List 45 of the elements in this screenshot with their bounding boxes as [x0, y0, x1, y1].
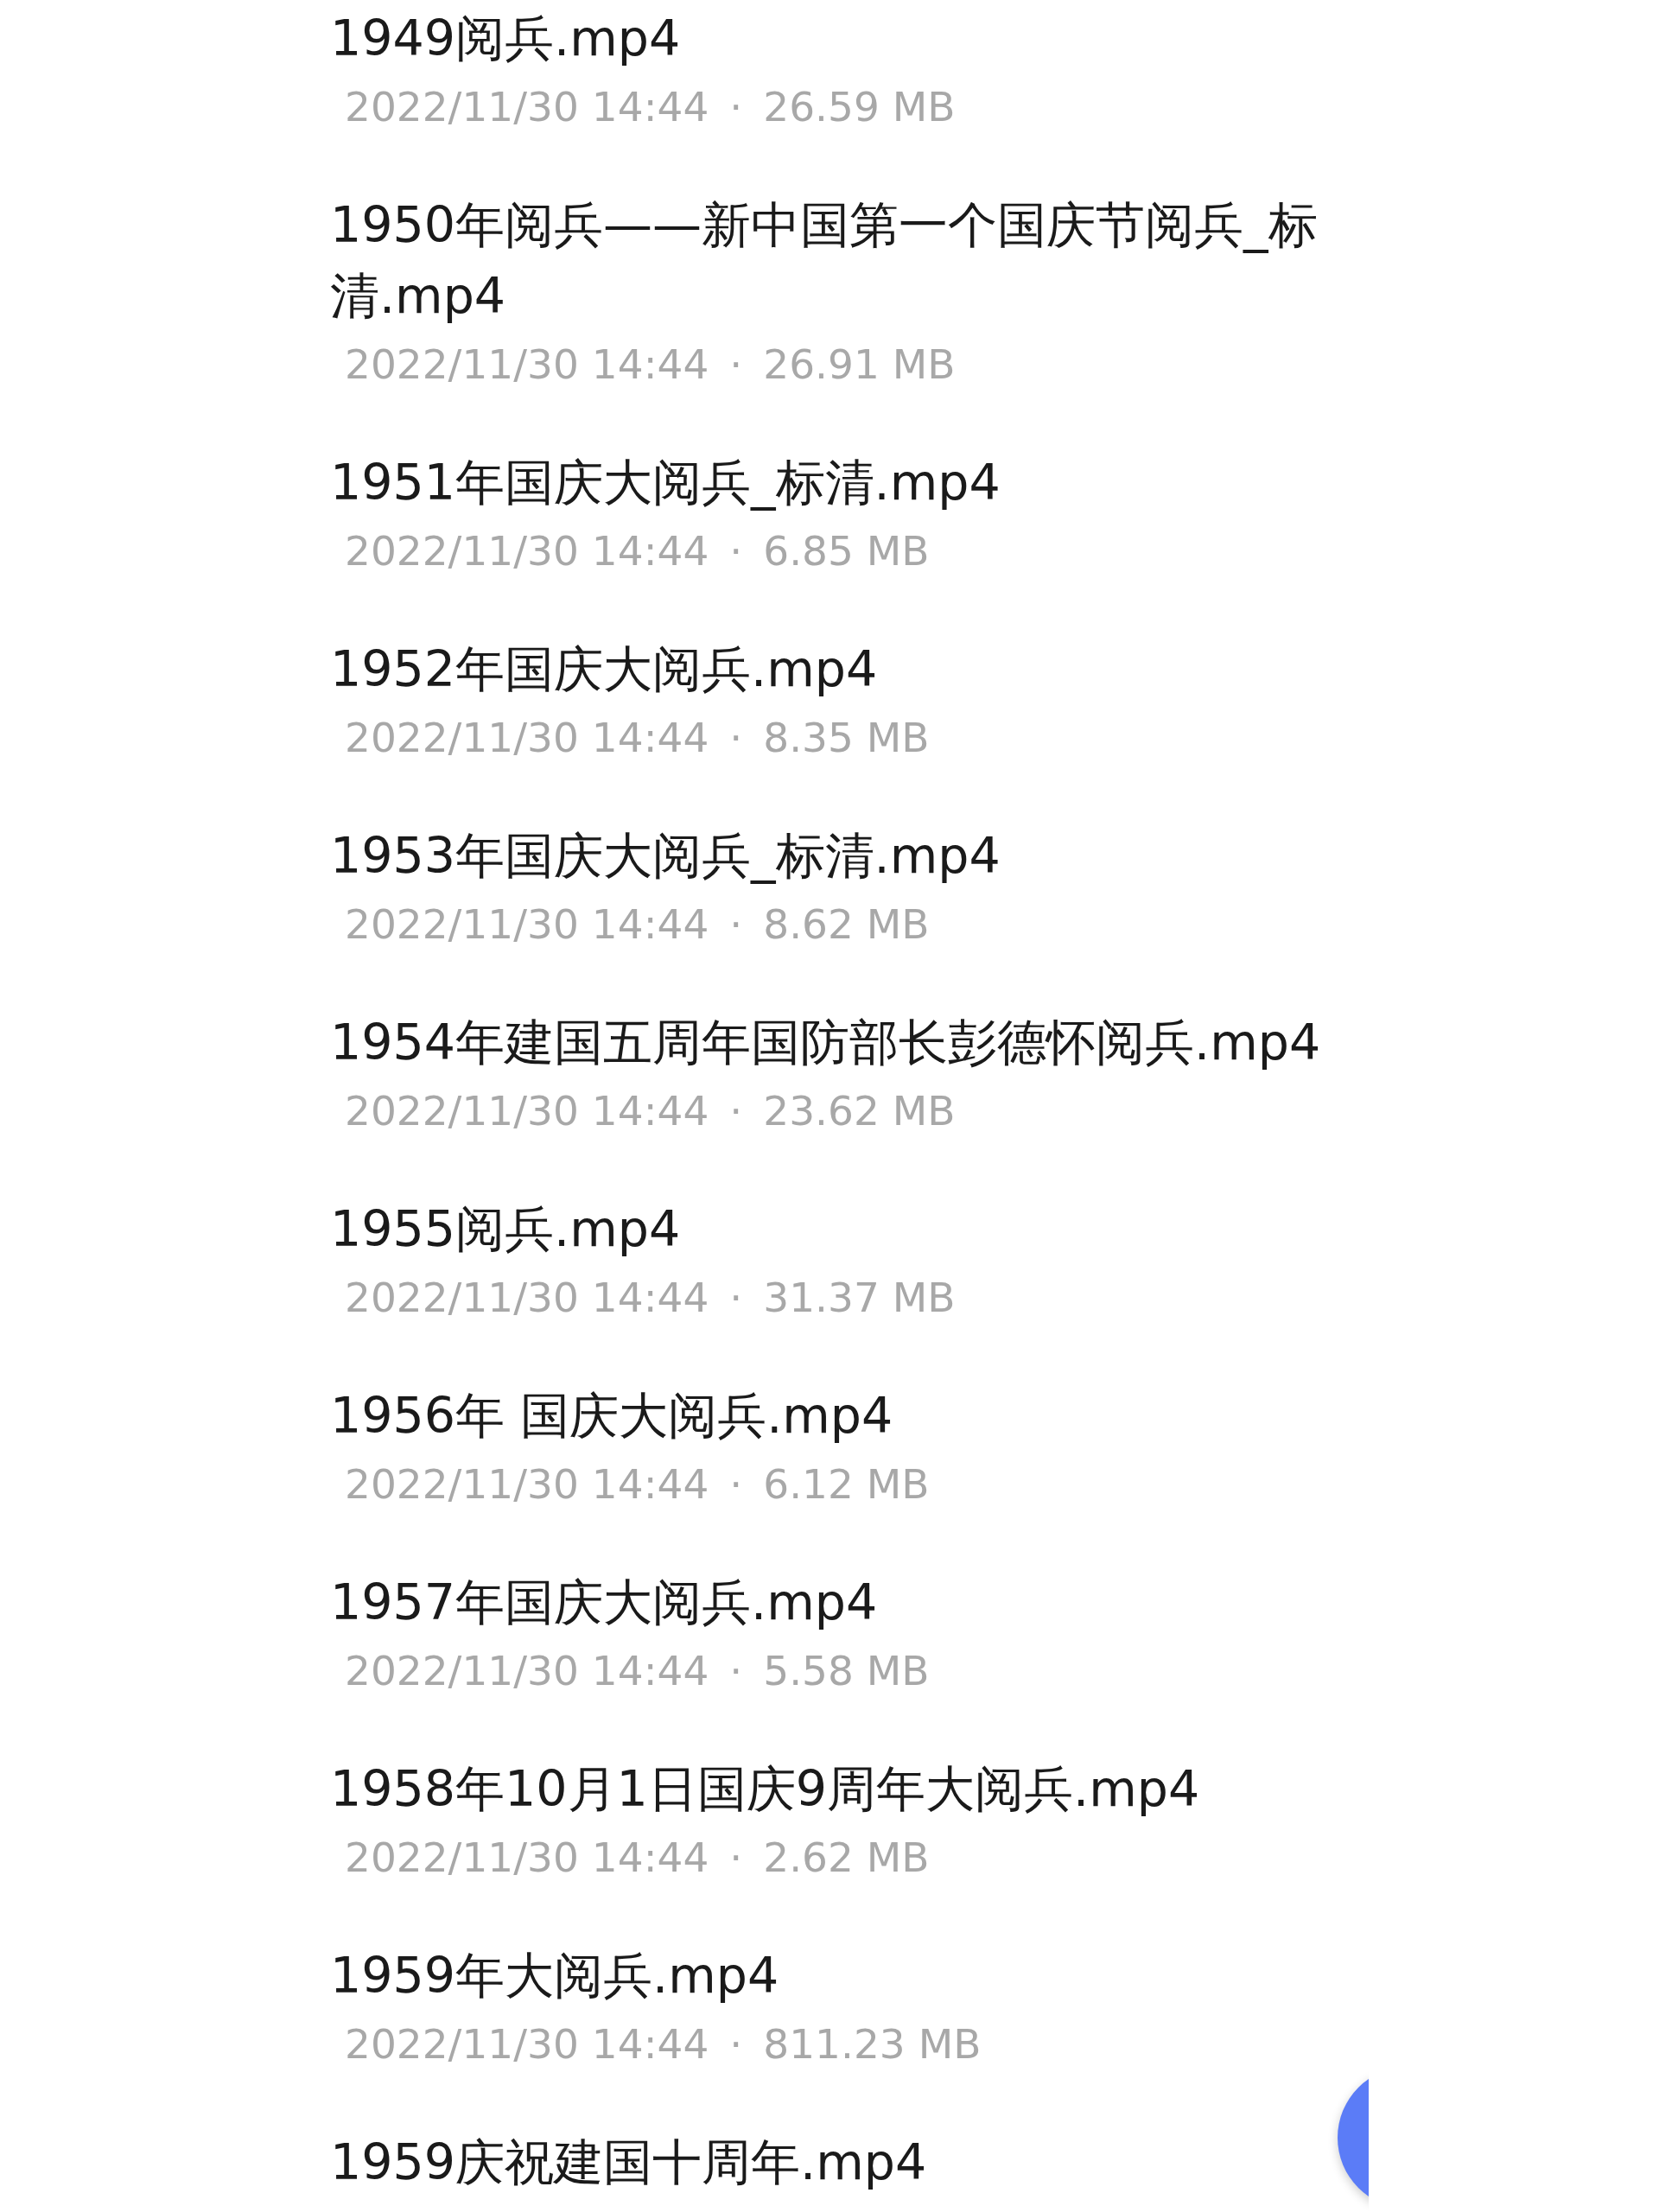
- file-size: 26.91 MB: [763, 340, 956, 390]
- file-name[interactable]: 1951年国庆大阅兵_标清.mp4: [330, 447, 1001, 518]
- file-size: 811.23 MB: [763, 2019, 982, 2069]
- separator-dot: ·: [729, 1646, 743, 1696]
- file-size: 6.12 MB: [763, 1459, 930, 1510]
- file-date: 2022/11/30 14:44: [345, 1459, 709, 1510]
- file-size: 8.35 MB: [763, 713, 930, 763]
- file-date: 2022/11/30 14:44: [345, 1273, 709, 1323]
- file-date: 2022/11/30 14:44: [345, 899, 709, 950]
- file-name[interactable]: 1959年大阅兵.mp4: [330, 1940, 779, 2011]
- file-name[interactable]: 1958年10月1日国庆9周年大阅兵.mp4: [330, 1753, 1200, 1824]
- separator-dot: ·: [729, 1833, 743, 1883]
- separator-dot: ·: [729, 1459, 743, 1510]
- file-name[interactable]: 1956年 国庆大阅兵.mp4: [330, 1380, 893, 1451]
- file-date: 2022/11/30 14:44: [345, 1086, 709, 1136]
- file-name[interactable]: 1953年国庆大阅兵_标清.mp4: [330, 820, 1001, 891]
- file-date: 2022/11/30 14:44: [345, 2019, 709, 2069]
- separator-dot: ·: [729, 1273, 743, 1323]
- separator-dot: ·: [729, 899, 743, 950]
- file-size: 2.62 MB: [763, 1833, 930, 1883]
- separator-dot: ·: [729, 526, 743, 576]
- file-name[interactable]: 1949阅兵.mp4: [330, 3, 681, 73]
- separator-dot: ·: [729, 1086, 743, 1136]
- file-date: 2022/11/30 14:44: [345, 82, 709, 132]
- separator-dot: ·: [729, 2019, 743, 2069]
- file-name[interactable]: 1957年国庆大阅兵.mp4: [330, 1567, 878, 1637]
- file-name[interactable]: 1952年国庆大阅兵.mp4: [330, 633, 878, 704]
- file-size: 31.37 MB: [763, 1273, 956, 1323]
- file-name[interactable]: 1959庆祝建国十周年.mp4: [330, 2126, 927, 2197]
- file-name[interactable]: 1950年阅兵——新中国第一个国庆节阅兵_标清.mp4: [330, 189, 1358, 331]
- file-size: 26.59 MB: [763, 82, 956, 132]
- file-date: 2022/11/30 14:44: [345, 526, 709, 576]
- file-size: 6.85 MB: [763, 526, 930, 576]
- file-size: 8.62 MB: [763, 899, 930, 950]
- separator-dot: ·: [729, 340, 743, 390]
- file-name[interactable]: 1955阅兵.mp4: [330, 1193, 681, 1264]
- separator-dot: ·: [729, 713, 743, 763]
- file-date: 2022/11/30 14:44: [345, 1646, 709, 1696]
- file-date: 2022/11/30 14:44: [345, 1833, 709, 1883]
- file-date: 2022/11/30 14:44: [345, 713, 709, 763]
- file-size: 23.62 MB: [763, 1086, 956, 1136]
- separator-dot: ·: [729, 82, 743, 132]
- file-date: 2022/11/30 14:44: [345, 340, 709, 390]
- file-size: 5.58 MB: [763, 1646, 930, 1696]
- file-name[interactable]: 1954年建国五周年国防部长彭德怀阅兵.mp4: [330, 1007, 1321, 1077]
